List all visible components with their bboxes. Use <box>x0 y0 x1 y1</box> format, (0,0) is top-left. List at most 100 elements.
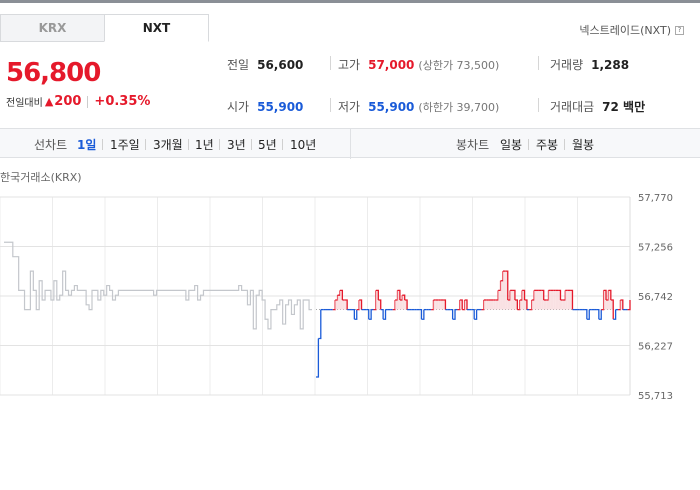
period-5y-button[interactable]: 5년 <box>258 136 277 153</box>
daily-candle-button[interactable]: 일봉 <box>500 136 522 153</box>
up-fill <box>490 299 494 310</box>
series-today-segment <box>356 299 360 311</box>
up-fill <box>337 295 340 310</box>
series-today-segment <box>562 290 566 301</box>
nxt-info-link[interactable]: 넥스트레이드(NXT) ? <box>579 22 684 38</box>
up-fill <box>486 299 489 310</box>
tab-divider <box>0 41 104 42</box>
up-fill <box>438 299 441 310</box>
series-today-segment <box>584 308 588 320</box>
tab-nxt[interactable]: NXT <box>104 14 209 42</box>
up-fill <box>560 299 563 310</box>
series-today-segment <box>531 290 535 301</box>
stat-value: 55,900 <box>368 100 415 114</box>
stat-sub: (상한가 73,500) <box>418 59 500 72</box>
up-fill <box>553 290 556 310</box>
up-fill <box>550 290 554 310</box>
stat-low: 저가 55,900 (하한가 39,700) <box>338 98 499 115</box>
current-price-block: 56,800 <box>6 58 101 88</box>
series-today-segment <box>495 290 499 301</box>
series-today-segment <box>380 308 384 320</box>
divider <box>188 139 189 150</box>
up-fill <box>433 299 436 310</box>
up-fill <box>502 271 506 310</box>
up-fill <box>519 299 523 310</box>
period-3y-button[interactable]: 3년 <box>227 136 246 153</box>
series-today-segment <box>337 290 341 296</box>
y-tick-label: 56,742 <box>638 292 673 303</box>
stat-label: 거래대금 <box>550 100 595 114</box>
change-percent: +0.35% <box>94 94 151 109</box>
up-fill <box>435 299 439 310</box>
up-fill <box>548 290 551 310</box>
divider <box>538 98 539 112</box>
stat-open: 시가 55,900 <box>227 98 303 115</box>
period-1d-button[interactable]: 1일 <box>77 136 96 153</box>
up-fill <box>395 299 398 310</box>
series-today-segment <box>392 299 396 311</box>
series-today-segment <box>457 299 461 311</box>
series-today-segment <box>546 290 550 301</box>
up-fill <box>507 299 511 310</box>
up-fill <box>546 299 549 310</box>
series-today-segment <box>519 290 523 301</box>
series-today-segment <box>529 299 533 311</box>
stat-value: 72 백만 <box>602 100 646 114</box>
divider <box>102 139 103 150</box>
series-today-segment <box>395 290 399 301</box>
weekly-candle-button[interactable]: 주봉 <box>536 136 558 153</box>
series-today-segment <box>316 338 320 378</box>
up-fill <box>500 280 503 310</box>
help-icon[interactable]: ? <box>675 25 684 35</box>
divider <box>528 139 529 150</box>
series-today-segment <box>498 280 502 292</box>
stat-sub: (하한가 39,700) <box>418 101 500 114</box>
up-fill <box>483 299 487 310</box>
period-10y-button[interactable]: 10년 <box>290 136 316 153</box>
stat-prev-close: 전일 56,600 <box>227 56 303 73</box>
divider <box>330 98 331 112</box>
period-1y-button[interactable]: 1년 <box>195 136 214 153</box>
series-today-segment <box>351 308 356 320</box>
nxt-link-label: 넥스트레이드(NXT) <box>579 24 671 37</box>
change-divider <box>87 95 89 108</box>
up-fill <box>510 290 513 310</box>
toolbar-separator <box>350 129 351 159</box>
chart-title: 한국거래소(KRX) <box>0 171 82 184</box>
up-fill <box>536 290 539 310</box>
up-fill <box>538 290 542 310</box>
divider <box>219 139 220 150</box>
series-today-segment <box>332 299 336 311</box>
up-fill <box>335 299 338 310</box>
y-tick-label: 55,713 <box>638 391 673 400</box>
stat-turnover: 거래대금 72 백만 <box>550 98 645 115</box>
series-today-segment <box>481 299 485 311</box>
up-fill <box>493 299 496 310</box>
up-fill <box>498 290 501 310</box>
up-fill <box>565 290 568 310</box>
up-fill <box>534 290 537 310</box>
series-today-segment <box>596 308 600 320</box>
candle-chart-label: 봉차트 <box>456 138 490 152</box>
stat-label: 거래량 <box>550 58 584 72</box>
up-fill <box>440 299 444 310</box>
divider <box>538 56 539 70</box>
series-today-segment <box>450 308 454 320</box>
period-3m-button[interactable]: 3개월 <box>153 136 183 153</box>
period-1w-button[interactable]: 1주일 <box>110 136 140 153</box>
up-triangle-icon: ▲ <box>44 95 54 108</box>
monthly-candle-button[interactable]: 월봉 <box>572 136 594 153</box>
up-fill <box>606 299 609 310</box>
divider <box>330 56 331 70</box>
up-fill <box>531 299 535 310</box>
tab-krx[interactable]: KRX <box>0 14 104 42</box>
up-fill <box>567 290 571 310</box>
y-tick-label: 57,770 <box>638 193 673 204</box>
series-today-segment <box>627 299 631 311</box>
price-chart: 57,770 57,256 56,742 56,227 55,713 <box>0 193 673 400</box>
stat-value: 56,600 <box>257 58 304 72</box>
price-change: 전일대비 ▲ 200 +0.35% <box>6 94 150 109</box>
up-fill <box>562 299 566 310</box>
up-fill <box>543 299 547 310</box>
chart-toolbar: 선차트 1일 1주일 3개월 1년 3년 5년 10년 봉차트 일봉 주봉 월봉 <box>0 128 700 159</box>
